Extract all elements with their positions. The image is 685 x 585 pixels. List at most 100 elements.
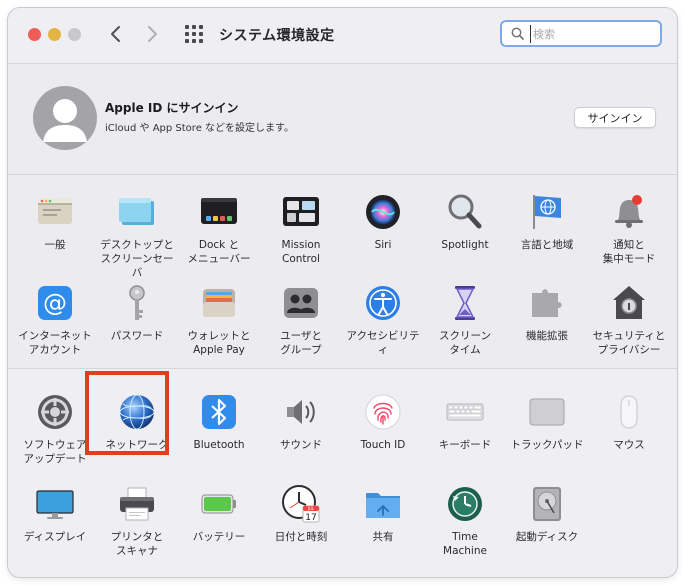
chevron-left-icon [111,26,120,42]
battery-icon [199,484,239,524]
sign-in-button[interactable]: サインイン [574,107,656,128]
title-bar: システム環境設定 [8,8,677,62]
close-window-button[interactable] [28,28,41,41]
user-silhouette-icon [43,99,87,142]
network-highlight-box [85,371,169,455]
pane-date-time[interactable]: JUL 17 日付と時刻 [260,484,342,544]
pane-displays[interactable]: ディスプレイ [14,484,96,544]
accessibility-icon [363,283,403,323]
pane-time-machine[interactable]: Time Machine [424,484,506,558]
mission-control-icon [281,192,321,232]
spotlight-icon [445,192,485,232]
pane-spotlight[interactable]: Spotlight [424,192,506,252]
pane-label: Time Machine [443,531,487,557]
chevron-right-icon [148,26,157,42]
pane-printers-scanners[interactable]: プリンタと スキャナ [96,484,178,558]
pane-touch-id[interactable]: Touch ID [342,392,424,452]
date-time-icon: JUL 17 [281,484,321,524]
pane-label: マウス [613,439,645,451]
internet-accounts-icon: @ [35,283,75,323]
pane-trackpad[interactable]: トラックパッド [506,392,588,452]
pane-label: 機能拡張 [526,330,568,342]
pane-wallet-applepay[interactable]: ウォレットと Apple Pay [178,283,260,357]
search-field[interactable] [500,20,662,47]
pane-security-privacy[interactable]: セキュリティと プライバシー [588,283,670,357]
mouse-icon [609,392,649,432]
svg-text:@: @ [43,289,67,317]
pane-label: 通知と 集中モード [602,239,656,265]
startup-disk-icon [527,484,567,524]
pane-extensions[interactable]: 機能拡張 [506,283,588,343]
pane-label: セキュリティと プライバシー [592,330,666,356]
extensions-icon [527,283,567,323]
bluetooth-icon [199,392,239,432]
show-all-button[interactable] [185,25,205,45]
pane-bluetooth[interactable]: Bluetooth [178,392,260,452]
time-machine-icon [445,484,485,524]
calendar-day: 17 [305,513,316,523]
desktop-icon [117,192,157,232]
pane-label: アクセシビリティ [346,330,420,356]
pane-label: Spotlight [441,239,489,251]
pane-screen-time[interactable]: スクリーン タイム [424,283,506,357]
pane-siri[interactable]: Siri [342,192,424,252]
pane-label: 日付と時刻 [274,531,328,543]
search-input[interactable] [530,25,653,43]
pane-users-groups[interactable]: ユーザと グループ [260,283,342,357]
pane-startup-disk[interactable]: 起動ディスク [506,484,588,544]
pane-label: 言語と地域 [520,239,574,251]
pane-desktop-screensaver[interactable]: デスクトップと スクリーンセーバ [96,192,178,280]
pane-software-update[interactable]: ソフトウェア アップデート [14,392,96,466]
pane-label: キーボード [438,439,492,451]
pane-label: スクリーン タイム [439,330,491,356]
pane-label: ウォレットと Apple Pay [187,330,251,356]
display-icon [35,484,75,524]
pane-label: サウンド [280,439,322,451]
sound-icon [281,392,321,432]
forward-button[interactable] [142,22,162,46]
calendar-month: JUL [307,506,315,511]
pane-label: プリンタと スキャナ [110,531,164,557]
users-icon [281,283,321,323]
zoom-window-button[interactable] [68,28,81,41]
pane-mouse[interactable]: マウス [588,392,670,452]
search-icon [511,27,524,40]
pane-mission-control[interactable]: Mission Control [260,192,342,266]
pane-general[interactable]: 一般 [14,192,96,252]
pane-label: デスクトップと スクリーンセーバ [100,239,174,279]
pane-passwords[interactable]: パスワード [96,283,178,343]
pane-notifications-focus[interactable]: 通知と 集中モード [588,192,670,266]
pane-label: Siri [374,239,392,251]
siri-icon [363,192,403,232]
window-title: システム環境設定 [219,28,335,44]
touch-id-icon [363,392,403,432]
pane-battery[interactable]: バッテリー [178,484,260,544]
avatar[interactable] [33,86,97,150]
pane-sound[interactable]: サウンド [260,392,342,452]
dock-icon [199,192,239,232]
pane-label: Bluetooth [193,439,245,451]
pane-label: インターネット アカウント [18,330,92,356]
sharing-icon [363,484,403,524]
pane-keyboard[interactable]: キーボード [424,392,506,452]
pane-accessibility[interactable]: アクセシビリティ [342,283,424,357]
pane-sharing[interactable]: 共有 [342,484,424,544]
keyboard-icon [445,392,485,432]
pane-language-region[interactable]: 言語と地域 [506,192,588,252]
pane-label: バッテリー [192,531,246,543]
pane-internet-accounts[interactable]: @ インターネット アカウント [14,283,96,357]
apple-id-subtitle: iCloud や App Store などを設定します。 [105,123,295,134]
screen-time-icon [445,283,485,323]
pane-label: Mission Control [281,239,321,265]
pane-label: 起動ディスク [515,531,579,543]
notifications-icon [609,192,649,232]
minimize-window-button[interactable] [48,28,61,41]
pane-label: ディスプレイ [23,531,87,543]
pane-dock-menubar[interactable]: Dock と メニューバー [178,192,260,266]
back-button[interactable] [106,22,126,46]
software-update-icon [35,392,75,432]
wallet-icon [199,283,239,323]
pane-label: 共有 [372,531,394,543]
pane-label: ユーザと グループ [280,330,322,356]
pane-label: Touch ID [360,439,406,451]
